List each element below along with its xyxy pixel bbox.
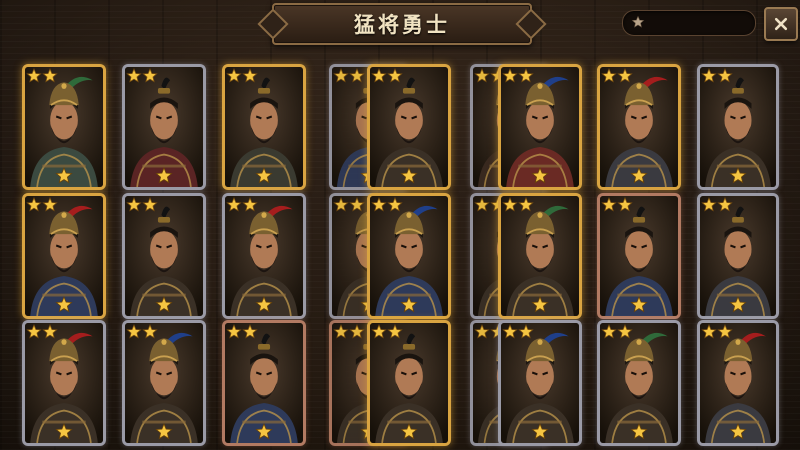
hero-card[interactable] [498, 320, 582, 446]
star-icon [400, 296, 418, 314]
star-icon [155, 423, 173, 441]
star-icon [55, 296, 73, 314]
star-icon [155, 296, 173, 314]
hero-card[interactable] [222, 64, 306, 190]
star-icon [531, 167, 549, 185]
rank-stars-icon [226, 197, 262, 213]
hero-card[interactable] [222, 320, 306, 446]
star-filter-icon[interactable] [631, 15, 645, 29]
hero-card[interactable] [597, 64, 681, 190]
star-icon [155, 167, 173, 185]
rank-stars-icon [701, 197, 737, 213]
rank-stars-icon [502, 68, 538, 84]
title-plate: 猛将勇士 [272, 3, 532, 45]
filter-box[interactable] [622, 10, 756, 36]
hero-card[interactable] [22, 64, 106, 190]
hero-card[interactable] [367, 64, 451, 190]
rank-stars-icon [502, 197, 538, 213]
rank-stars-icon [126, 324, 162, 340]
rank-stars-icon [126, 197, 162, 213]
rank-stars-icon [26, 324, 62, 340]
star-icon [531, 296, 549, 314]
hero-card[interactable] [367, 193, 451, 319]
hero-card[interactable] [22, 320, 106, 446]
rank-stars-icon [701, 324, 737, 340]
star-icon [729, 296, 747, 314]
hero-card[interactable] [122, 64, 206, 190]
star-icon [400, 167, 418, 185]
rank-stars-icon [601, 324, 637, 340]
star-icon [255, 423, 273, 441]
star-icon [255, 167, 273, 185]
star-icon [400, 423, 418, 441]
rank-stars-icon [371, 68, 407, 84]
star-icon [630, 167, 648, 185]
rank-stars-icon [601, 197, 637, 213]
star-icon [55, 167, 73, 185]
rank-stars-icon [226, 68, 262, 84]
rank-stars-icon [371, 324, 407, 340]
star-icon [255, 296, 273, 314]
star-icon [729, 167, 747, 185]
star-icon [630, 296, 648, 314]
hero-card[interactable] [122, 193, 206, 319]
rank-stars-icon [333, 197, 369, 213]
rank-stars-icon [26, 68, 62, 84]
hero-card[interactable] [222, 193, 306, 319]
star-icon [531, 423, 549, 441]
star-icon [729, 423, 747, 441]
hero-card[interactable] [697, 193, 779, 319]
rank-stars-icon [333, 68, 369, 84]
star-icon [630, 423, 648, 441]
rank-stars-icon [502, 324, 538, 340]
close-button[interactable] [764, 7, 798, 41]
rank-stars-icon [333, 324, 369, 340]
close-icon [774, 17, 788, 31]
hero-card[interactable] [597, 193, 681, 319]
rank-stars-icon [601, 68, 637, 84]
hero-card[interactable] [122, 320, 206, 446]
hero-card[interactable] [697, 320, 779, 446]
hero-card[interactable] [697, 64, 779, 190]
hero-card[interactable] [367, 320, 451, 446]
rank-stars-icon [26, 197, 62, 213]
hero-card[interactable] [498, 193, 582, 319]
star-icon [55, 423, 73, 441]
hero-card[interactable] [597, 320, 681, 446]
rank-stars-icon [701, 68, 737, 84]
hero-card[interactable] [498, 64, 582, 190]
page-title: 猛将勇士 [354, 13, 450, 37]
hero-collection-screen: 猛将勇士 [0, 0, 800, 450]
rank-stars-icon [226, 324, 262, 340]
rank-stars-icon [126, 68, 162, 84]
rank-stars-icon [371, 197, 407, 213]
hero-card[interactable] [22, 193, 106, 319]
